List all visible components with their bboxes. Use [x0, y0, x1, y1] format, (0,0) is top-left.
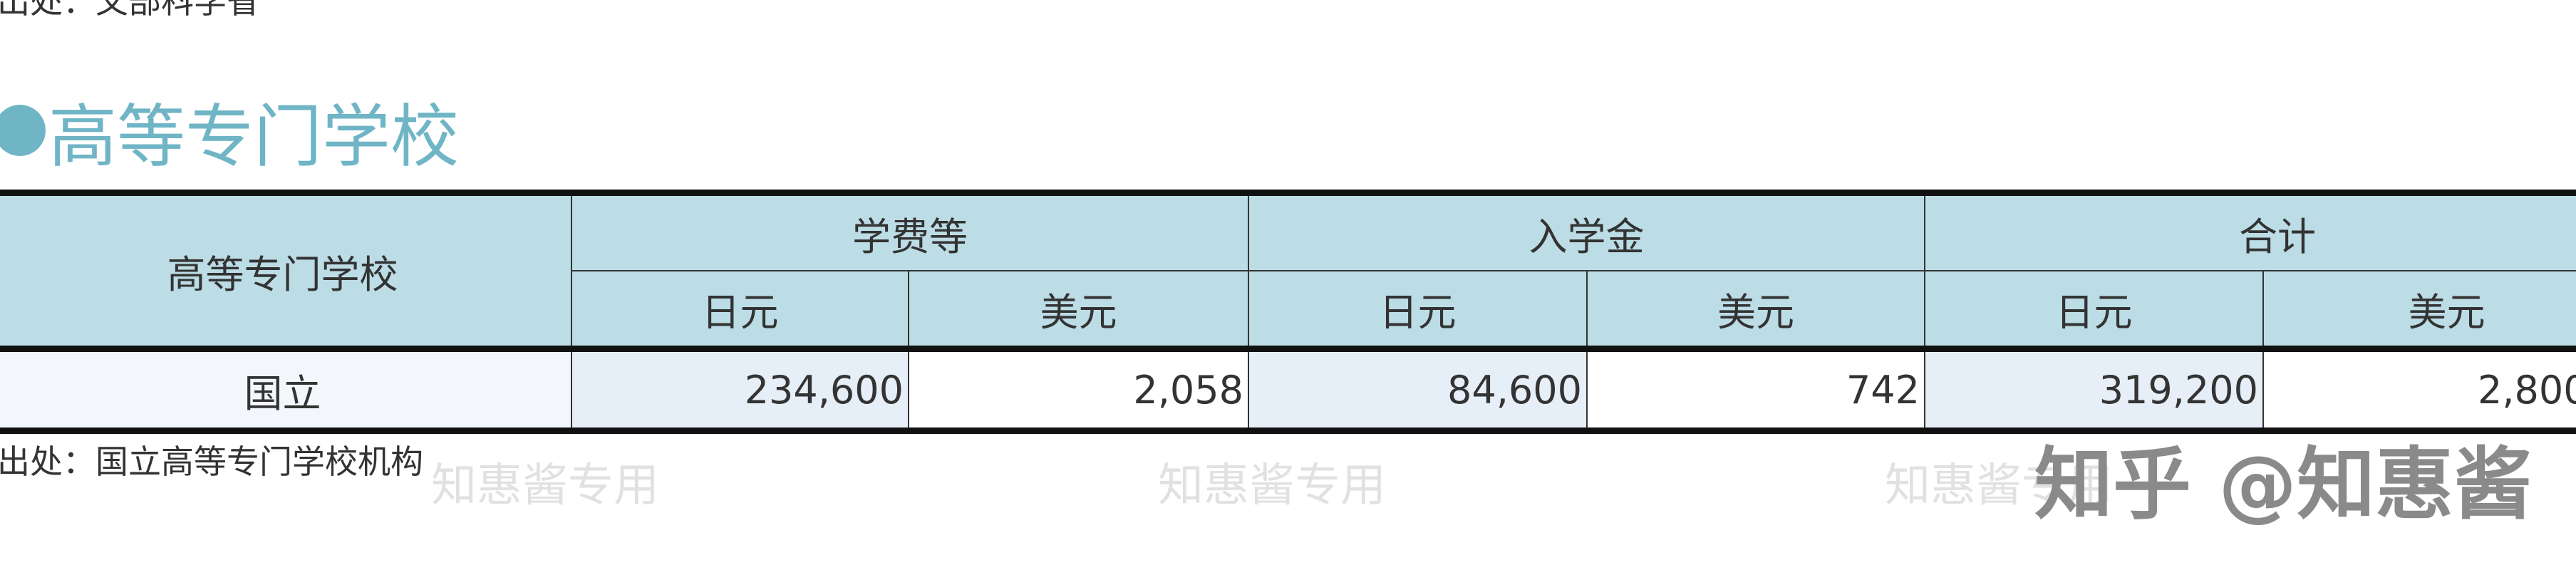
- source-footnote: 出处：国立高等专门学校机构: [0, 442, 423, 481]
- group-header: 合计: [1924, 192, 2576, 271]
- tuition-table: 高等专门学校 学费等 入学金 合计 日元 美元 日元 美元 日元 美元 国立 2…: [0, 190, 2576, 434]
- subheader: 美元: [908, 270, 1249, 352]
- cell-value: 84,600: [1248, 348, 1588, 432]
- brand-watermark: 知乎 @知惠酱: [2034, 439, 2533, 530]
- cell-value: 742: [1586, 348, 1925, 432]
- bullet-dot-icon: [0, 105, 46, 156]
- cell-value: 319,200: [1924, 348, 2264, 432]
- section-title: 高等专门学校: [48, 96, 459, 177]
- cell-value: 2,058: [908, 348, 1249, 432]
- section-heading: 高等专门学校: [0, 91, 459, 177]
- subheader: 美元: [2262, 270, 2576, 352]
- subheader: 日元: [1248, 270, 1588, 352]
- table-row: 国立 234,600 2,058 84,600 742 319,200 2,80…: [0, 348, 2576, 432]
- cell-value: 234,600: [571, 348, 909, 432]
- subheader: 日元: [571, 270, 909, 352]
- group-header: 学费等: [571, 192, 1249, 271]
- group-header: 入学金: [1248, 192, 1925, 271]
- subheader: 美元: [1586, 270, 1925, 352]
- watermark: 知惠酱专用: [1158, 460, 1386, 512]
- subheader: 日元: [1924, 270, 2264, 352]
- top-source-caption: 出处：文部科学省: [0, 0, 259, 21]
- cell-value: 2,800: [2262, 348, 2576, 432]
- row-header: 高等专门学校: [0, 192, 572, 352]
- row-label: 国立: [0, 348, 572, 432]
- watermark: 知惠酱专用: [431, 460, 659, 512]
